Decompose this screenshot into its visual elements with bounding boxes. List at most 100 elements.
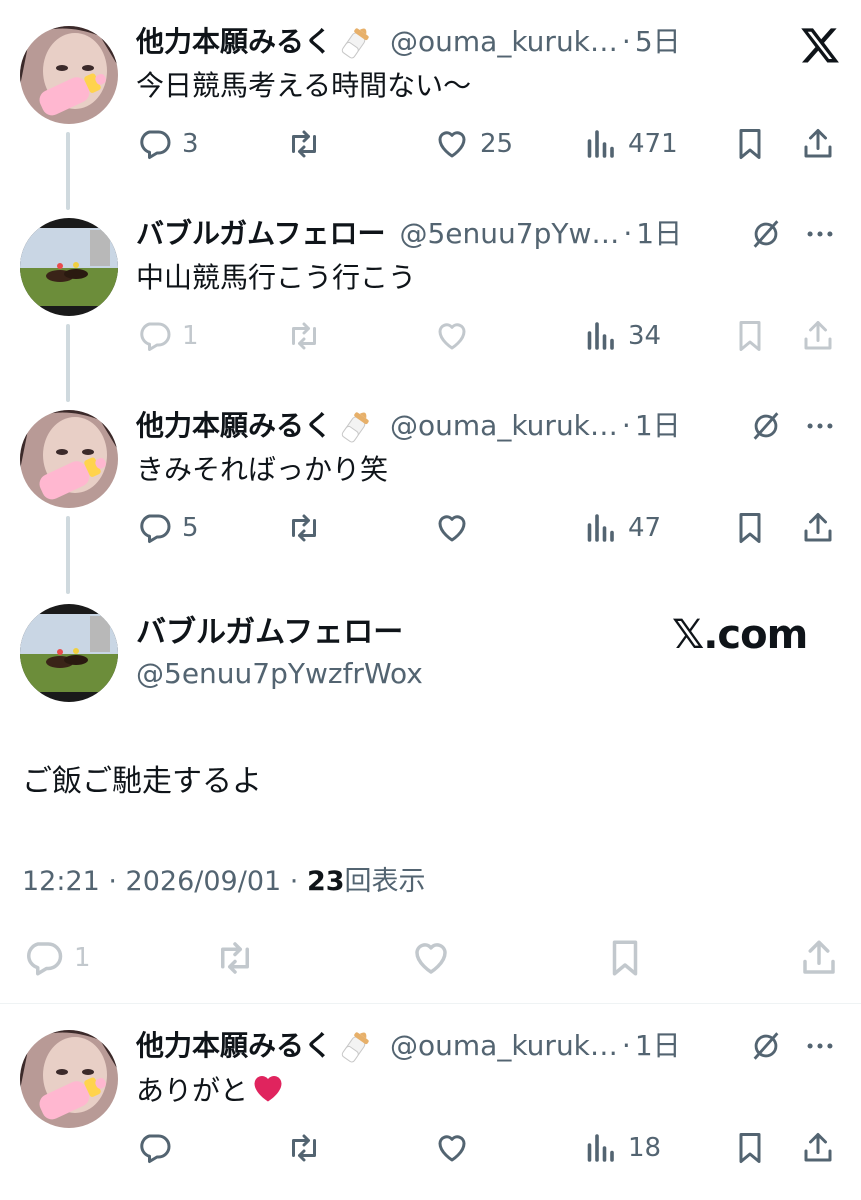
reply-button[interactable]: 1 (136, 314, 199, 358)
tweet-time[interactable]: 1日 (635, 1026, 681, 1066)
main-author-handle[interactable]: @5enuu7pYwzfrWox (136, 654, 423, 694)
main-author-name[interactable]: バブルガムフェロー (136, 612, 403, 654)
share-button[interactable] (800, 506, 836, 550)
bookmark-icon (739, 1133, 761, 1163)
bookmark-button[interactable] (732, 314, 768, 358)
tweet-time[interactable]: 1日 (636, 214, 682, 254)
share-icon (804, 129, 832, 158)
author-handle[interactable]: @ouma_kuruk… (390, 22, 618, 62)
tweet-corner-icons (749, 214, 837, 254)
more-icon[interactable] (803, 409, 837, 443)
reply-button[interactable]: 5 (136, 506, 199, 550)
like-button[interactable] (410, 936, 452, 980)
grok-icon[interactable] (749, 409, 783, 443)
heart-icon (438, 323, 466, 350)
like-button[interactable] (434, 314, 470, 358)
author-handle[interactable]: @ouma_kuruk… (390, 406, 618, 446)
retweet-icon (292, 1134, 316, 1162)
tweet-header: 他力本願みるく @ouma_kuruk… · 1日 (136, 1026, 681, 1066)
author-name[interactable]: バブルガムフェロー (136, 214, 385, 254)
share-button[interactable] (800, 1126, 836, 1170)
reply-button[interactable]: 1 (22, 936, 91, 980)
more-icon[interactable] (803, 1029, 837, 1063)
like-button[interactable] (434, 506, 470, 550)
reply-icon (140, 130, 171, 159)
separator: · (621, 25, 631, 58)
tweet-time[interactable]: 1日 (635, 406, 681, 446)
grok-icon[interactable] (749, 1029, 783, 1063)
retweet-button[interactable] (286, 1126, 322, 1170)
tweet-corner-icons (749, 1026, 837, 1066)
main-tweet-actions: 1 (0, 936, 861, 980)
reply-count: 1 (182, 321, 199, 351)
author-name[interactable]: 他力本願みるく (136, 22, 332, 62)
reply-icon (140, 514, 171, 543)
heart-icon (415, 943, 447, 974)
author-handle[interactable]: @5enuu7pYw… (399, 214, 619, 254)
separator: · (621, 1029, 631, 1062)
like-button[interactable] (434, 1126, 470, 1170)
retweet-icon (221, 942, 249, 974)
author-name[interactable]: 他力本願みるく (136, 406, 332, 446)
divider (0, 1003, 861, 1004)
bookmark-button[interactable] (732, 122, 768, 166)
retweet-button[interactable] (286, 314, 322, 358)
retweet-button[interactable] (214, 936, 256, 980)
tweet-actions: 5 47 (0, 506, 861, 550)
share-button[interactable] (800, 314, 836, 358)
tweet-actions: 1 34 (0, 314, 861, 358)
reply-count: 3 (182, 129, 199, 159)
main-tweet-text: ご飯ご馳走するよ (22, 764, 262, 799)
share-icon (804, 1133, 832, 1162)
bookmark-button[interactable] (732, 506, 768, 550)
like-button[interactable]: 25 (434, 122, 513, 166)
tweet-text: ありがと (136, 1070, 286, 1111)
bookmark-button[interactable] (732, 1126, 768, 1170)
author-name[interactable]: 他力本願みるく (136, 1026, 332, 1066)
bookmark-icon (739, 513, 761, 543)
share-icon (804, 321, 832, 350)
reply-icon (140, 322, 171, 351)
separator: · (621, 409, 631, 442)
reply-count: 5 (182, 513, 199, 543)
views-label: 回表示 (344, 866, 426, 897)
author-handle[interactable]: @ouma_kuruk… (390, 1026, 618, 1066)
views-button[interactable]: 34 (582, 314, 661, 358)
xcom-watermark: 𝕏.com (672, 612, 808, 658)
avatar[interactable] (20, 1030, 118, 1128)
reply-button[interactable] (136, 1126, 172, 1170)
avatar[interactable] (20, 218, 118, 316)
baby-bottle-icon (341, 412, 369, 443)
bookmark-icon (612, 940, 638, 976)
reply-text: ありがと (136, 1074, 249, 1107)
avatar[interactable] (20, 26, 118, 124)
baby-bottle-icon (341, 28, 369, 59)
timestamp[interactable]: 12:21 · 2026/09/01 · (22, 866, 307, 897)
bookmark-button[interactable] (604, 936, 646, 980)
x-logo-icon[interactable] (799, 24, 841, 66)
retweet-button[interactable] (286, 122, 322, 166)
heart-icon (438, 1135, 466, 1162)
retweet-button[interactable] (286, 506, 322, 550)
share-button[interactable] (798, 936, 840, 980)
tweet-header: バブルガムフェロー @5enuu7pYw… · 1日 (136, 214, 682, 254)
tweet-text: 今日競馬考える時間ない〜 (136, 69, 472, 102)
views-count: 34 (628, 321, 662, 351)
views-count: 47 (628, 513, 662, 543)
share-button[interactable] (800, 122, 836, 166)
views-icon (587, 514, 614, 542)
views-button[interactable]: 471 (582, 122, 678, 166)
reply-count: 1 (74, 943, 91, 973)
more-icon[interactable] (803, 217, 837, 251)
reply-button[interactable]: 3 (136, 122, 199, 166)
avatar[interactable] (20, 604, 118, 702)
grok-icon[interactable] (749, 217, 783, 251)
separator: · (623, 217, 633, 250)
red-heart-icon (254, 1076, 282, 1102)
tweet-time[interactable]: 5日 (635, 22, 681, 62)
baby-bottle-icon (341, 1032, 369, 1063)
views-button[interactable]: 47 (582, 506, 661, 550)
retweet-icon (292, 514, 316, 542)
avatar[interactable] (20, 410, 118, 508)
views-button[interactable]: 18 (582, 1126, 661, 1170)
